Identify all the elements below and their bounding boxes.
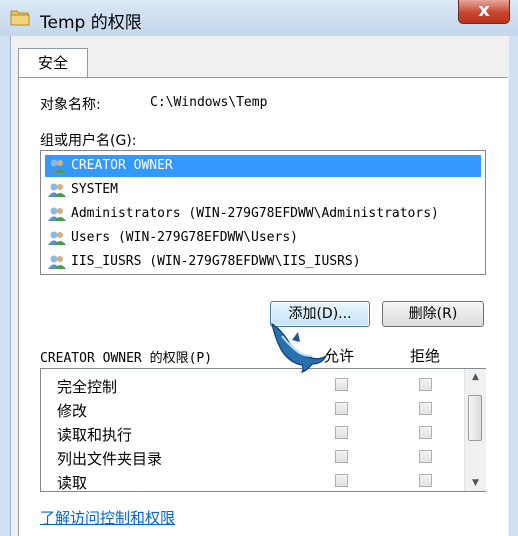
scroll-down-arrow-icon[interactable]: ▼	[465, 475, 486, 491]
list-item[interactable]: IIS_IUSRS (WIN-279G78EFDWW\IIS_IUSRS)	[45, 251, 481, 273]
object-name-label: 对象名称:	[40, 97, 101, 113]
allow-checkbox[interactable]	[335, 426, 348, 439]
permission-name: 列出文件夹目录	[57, 450, 163, 468]
users-label: 组或用户名(G):	[40, 133, 137, 149]
allow-checkbox[interactable]	[335, 402, 348, 415]
list-item[interactable]: Administrators (WIN-279G78EFDWW\Administ…	[45, 203, 481, 225]
user-group-icon	[48, 231, 66, 245]
deny-checkbox[interactable]	[419, 402, 432, 415]
object-name-value: C:\Windows\Temp	[150, 95, 268, 110]
users-list[interactable]: CREATOR OWNER SYSTEM Administrators (WIN…	[40, 150, 486, 275]
user-group-icon	[48, 183, 66, 197]
user-name: IIS_IUSRS (WIN-279G78EFDWW\IIS_IUSRS)	[71, 254, 361, 269]
permission-name: 读取	[57, 474, 88, 492]
dolphin-cursor-icon	[271, 322, 328, 374]
permission-row: 列出文件夹目录	[57, 445, 457, 469]
deny-checkbox[interactable]	[419, 426, 432, 439]
remove-button[interactable]: 删除(R)	[382, 301, 484, 327]
close-icon: x	[478, 0, 490, 21]
permissions-scrollbar[interactable]: ▲ ▼	[464, 369, 486, 491]
user-name: Users (WIN-279G78EFDWW\Users)	[71, 230, 298, 245]
close-button[interactable]: x	[458, 0, 510, 24]
permissions-label: CREATOR OWNER 的权限(P)	[40, 351, 213, 366]
permissions-dialog: Temp 的权限 x 安全 对象名称: C:\Windows\Temp 组或用户…	[0, 0, 518, 536]
permission-name: 修改	[57, 402, 88, 420]
list-item[interactable]: Users (WIN-279G78EFDWW\Users)	[45, 227, 481, 249]
list-item[interactable]: CREATOR OWNER	[45, 155, 481, 177]
user-group-icon	[48, 207, 66, 221]
user-name: SYSTEM	[71, 182, 118, 197]
tab-security[interactable]: 安全	[18, 48, 88, 78]
user-name: Administrators (WIN-279G78EFDWW\Administ…	[71, 206, 439, 221]
deny-header: 拒绝	[410, 347, 441, 365]
scroll-up-arrow-icon[interactable]: ▲	[465, 369, 486, 385]
deny-checkbox[interactable]	[419, 474, 432, 487]
deny-checkbox[interactable]	[419, 450, 432, 463]
tab-label: 安全	[37, 54, 68, 72]
allow-checkbox[interactable]	[335, 378, 348, 391]
folder-icon	[10, 10, 30, 26]
permission-row: 完全控制	[57, 373, 457, 397]
permission-name: 读取和执行	[57, 426, 133, 444]
deny-checkbox[interactable]	[419, 378, 432, 391]
permission-row: 读取	[57, 469, 457, 493]
list-item[interactable]: SYSTEM	[45, 179, 481, 201]
allow-checkbox[interactable]	[335, 474, 348, 487]
permission-name: 完全控制	[57, 378, 118, 396]
allow-checkbox[interactable]	[335, 450, 348, 463]
window-title: Temp 的权限	[40, 13, 142, 33]
title-bar[interactable]: Temp 的权限 x	[0, 0, 518, 36]
user-group-icon	[48, 255, 66, 269]
permission-row: 读取和执行	[57, 421, 457, 445]
user-group-icon	[48, 159, 66, 173]
permissions-list: 完全控制 修改 读取和执行 列出文件夹目录 读取	[40, 368, 486, 492]
permission-row: 修改	[57, 397, 457, 421]
learn-access-control-link[interactable]: 了解访问控制和权限	[40, 507, 175, 528]
user-name: CREATOR OWNER	[71, 158, 173, 173]
scroll-thumb[interactable]	[468, 395, 482, 441]
